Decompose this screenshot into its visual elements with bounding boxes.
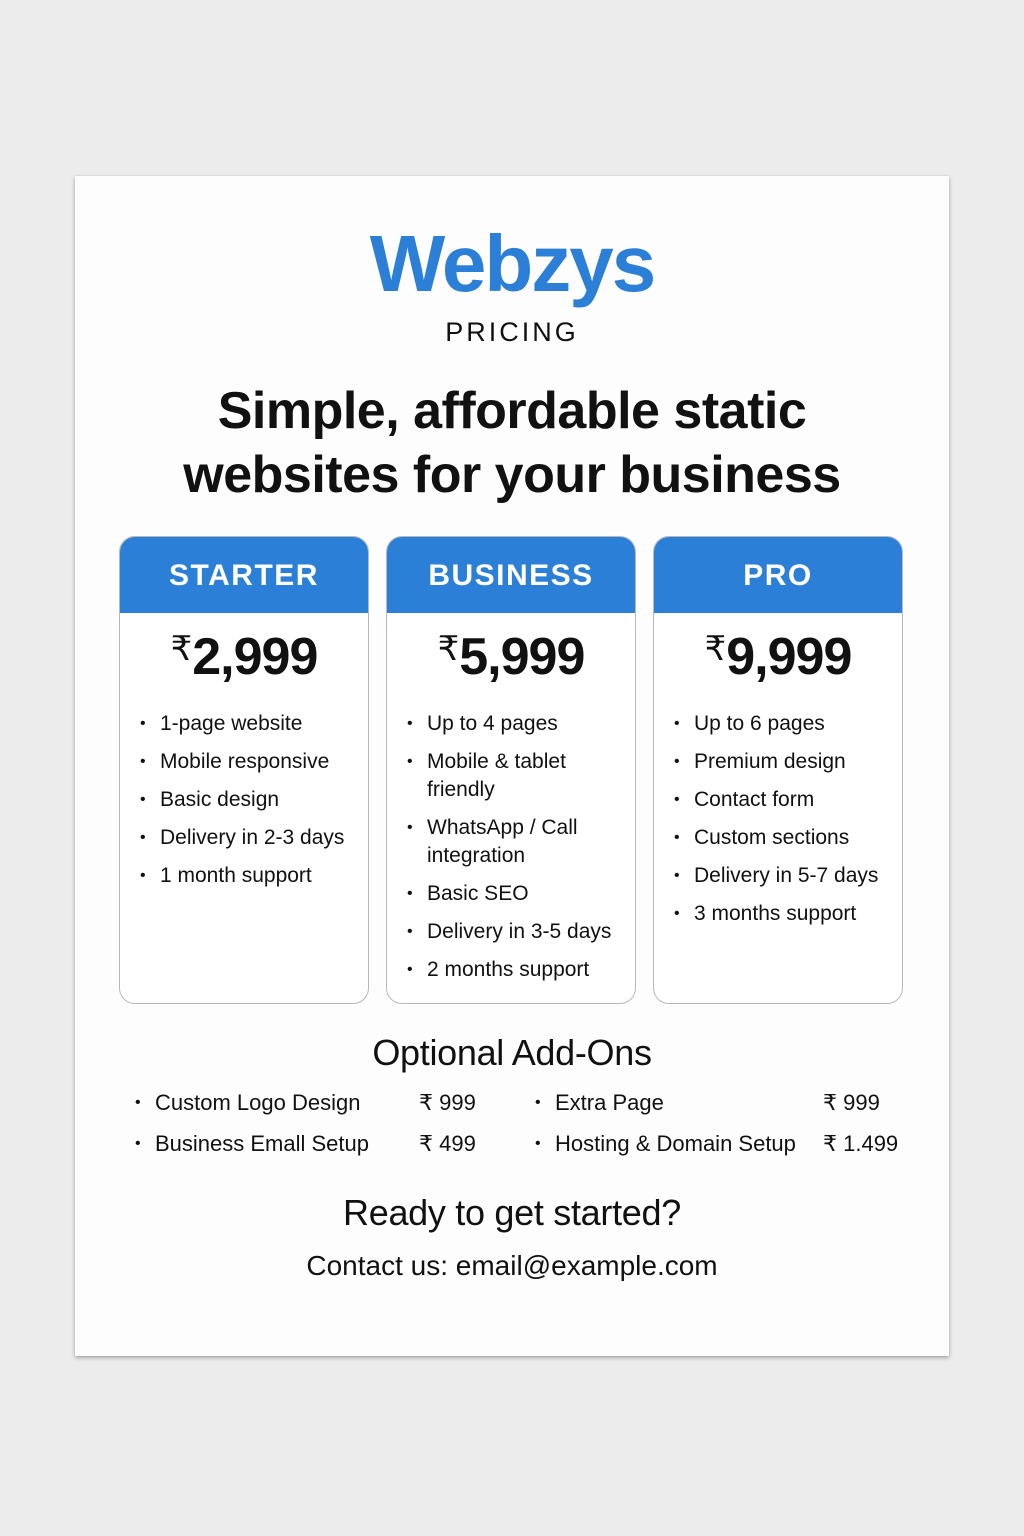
contact-email[interactable]: Contact us: email@example.com	[75, 1250, 949, 1282]
plan-name: STARTER	[120, 537, 368, 613]
addon-name: Hosting & Domain Setup	[555, 1131, 796, 1156]
bullet-icon: •	[535, 1135, 541, 1152]
feature-item: • Basic SEO	[407, 880, 625, 908]
headline-line-2: websites for your business	[183, 446, 841, 504]
pricing-cards: STARTER ₹2,999 • 1-page website • Mobile r…	[119, 536, 905, 1006]
bullet-icon: •	[140, 829, 146, 846]
bullet-icon: •	[407, 715, 413, 732]
plan-price: ₹2,999	[120, 631, 368, 683]
bullet-icon: •	[407, 819, 413, 836]
feature-item: • Delivery in 3-5 days	[407, 918, 625, 946]
plan-card-business: BUSINESS ₹5,999 • Up to 4 pages • Mobile &…	[386, 536, 636, 1004]
pricing-sheet: Webzys PRICING Simple, affordable static…	[75, 176, 949, 1356]
feature-item: • 3 months support	[674, 900, 892, 928]
addon-name: Custom Logo Design	[155, 1090, 361, 1115]
price-amount: 2,999	[192, 628, 318, 686]
bullet-icon: •	[140, 715, 146, 732]
headline: Simple, affordable static websites for y…	[75, 379, 949, 507]
feature-item: • Delivery in 5-7 days	[674, 862, 892, 890]
feature-item: • 1-page website	[140, 710, 358, 738]
bullet-icon: •	[407, 961, 413, 978]
price-amount: 5,999	[459, 628, 585, 686]
feature-item: • Up to 6 pages	[674, 710, 892, 738]
feature-item: • Contact form	[674, 786, 892, 814]
bullet-icon: •	[407, 885, 413, 902]
addon-name: Extra Page	[555, 1090, 664, 1115]
addon-price: ₹ 1.499	[823, 1131, 899, 1156]
bullet-icon: •	[135, 1135, 141, 1152]
feature-item: • Premium design	[674, 748, 892, 776]
bullet-icon: •	[135, 1094, 141, 1111]
addon-name: Business Emall Setup	[155, 1131, 369, 1156]
currency-symbol: ₹	[704, 630, 727, 668]
plan-name: PRO	[654, 537, 902, 613]
bullet-icon: •	[140, 867, 146, 884]
plan-card-starter: STARTER ₹2,999 • 1-page website • Mobile r…	[119, 536, 369, 1004]
feature-item: • 1 month support	[140, 862, 358, 890]
feature-item: • Custom sections	[674, 824, 892, 852]
addon-price: ₹ 999	[823, 1090, 880, 1115]
currency-symbol: ₹	[170, 630, 193, 668]
feature-item: • Delivery in 2-3 days	[140, 824, 358, 852]
addon-price: ₹ 999	[419, 1090, 476, 1115]
feature-list: • Up to 6 pages • Premium design • Contact …	[654, 710, 902, 928]
bullet-icon: •	[407, 753, 413, 770]
bullet-icon: •	[674, 715, 680, 732]
bullet-icon: •	[674, 791, 680, 808]
page-subtitle: PRICING	[445, 317, 579, 347]
bullet-icon: •	[674, 829, 680, 846]
feature-list: • Up to 4 pages • Mobile & tablet friendly…	[387, 710, 635, 984]
feature-item: • Basic design	[140, 786, 358, 814]
currency-symbol: ₹	[437, 630, 460, 668]
feature-item: • 2 months support	[407, 956, 625, 984]
plan-price: ₹9,999	[654, 631, 902, 683]
bullet-icon: •	[674, 867, 680, 884]
cta-title: Ready to get started?	[343, 1192, 681, 1233]
addons-title: Optional Add-Ons	[372, 1032, 652, 1073]
bullet-icon: •	[674, 905, 680, 922]
price-amount: 9,999	[726, 628, 852, 686]
bullet-icon: •	[674, 753, 680, 770]
brand-logo: Webzys	[369, 219, 656, 308]
feature-item: • Mobile responsive	[140, 748, 358, 776]
feature-list: • 1-page website • Mobile responsive • Basi…	[120, 710, 368, 890]
bullet-icon: •	[407, 923, 413, 940]
plan-name: BUSINESS	[387, 537, 635, 613]
addon-price: ₹ 499	[419, 1131, 476, 1156]
feature-item: • WhatsApp / Call integration	[407, 816, 578, 867]
bullet-icon: •	[140, 753, 146, 770]
plan-card-pro: PRO ₹9,999 • Up to 6 pages • Premium desig…	[653, 536, 903, 1004]
bullet-icon: •	[535, 1094, 541, 1111]
plan-price: ₹5,999	[387, 631, 635, 683]
headline-line-1: Simple, affordable static	[217, 382, 807, 440]
bullet-icon: •	[140, 791, 146, 808]
feature-item: • Mobile & tablet friendly	[407, 750, 566, 801]
feature-item: • Up to 4 pages	[407, 710, 625, 738]
